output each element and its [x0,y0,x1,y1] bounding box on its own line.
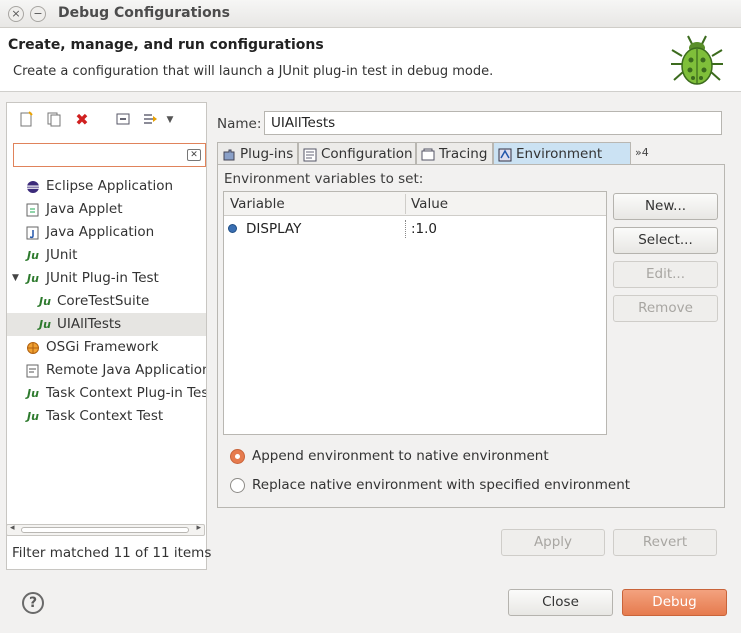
tree-item-label: Task Context Test [46,408,164,424]
tree-item[interactable]: Ju JUnit [7,244,206,267]
tab-plug-ins[interactable]: Plug-ins [217,142,298,166]
column-divider [405,220,406,238]
environment-panel: Environment variables to set: Variable V… [217,164,725,508]
select-button[interactable]: Select... [613,227,718,254]
tree-item[interactable]: ▼ Ju JUnit Plug-in Test [7,267,206,290]
replace-label: Replace native environment with specifie… [252,477,631,493]
name-field[interactable]: UIAllTests [264,111,722,135]
configuration-editor: Name: UIAllTests Plug-ins Configuration … [209,102,739,570]
dropdown-arrow-icon[interactable]: ▼ [161,111,179,129]
tree-item[interactable]: Java Application [7,221,206,244]
tab-label: Configuration [321,146,413,162]
env-vars-label: Environment variables to set: [224,171,424,187]
remove-button[interactable]: Remove [613,295,718,322]
append-label: Append environment to native environment [252,448,549,464]
tree-item-label: Java Applet [46,201,123,217]
tree-item[interactable]: Ju CoreTestSuite [7,290,206,313]
window-title: Debug Configurations [58,5,230,21]
column-header-value[interactable]: Value [411,196,448,212]
name-label: Name: [217,116,262,132]
tree-item-label: JUnit Plug-in Test [46,270,159,286]
osgi-icon [26,341,40,355]
environment-icon [498,148,512,162]
junit-plugin-icon: Ju [39,295,51,308]
title-bar: × − Debug Configurations [0,0,741,28]
variable-name-cell: DISPLAY [246,221,302,237]
debug-button[interactable]: Debug [622,589,727,616]
tab-configuration[interactable]: Configuration [298,142,416,166]
banner-description: Create a configuration that will launch … [13,64,494,79]
tree-item[interactable]: Remote Java Application [7,359,206,382]
junit-icon: Ju [27,249,39,262]
filter-icon[interactable] [141,111,159,129]
tree-item-label: CoreTestSuite [57,293,150,309]
delete-icon[interactable]: ✖ [73,111,91,129]
configuration-tree: Eclipse Application Java Applet Java App… [7,175,206,428]
revert-button[interactable]: Revert [613,529,717,556]
tab-label: Environment [516,146,603,162]
tree-item[interactable]: Eclipse Application [7,175,206,198]
apply-button[interactable]: Apply [501,529,605,556]
help-icon[interactable]: ? [22,592,44,614]
configuration-list-pane: ✖ ▼ ✕ Eclipse Application Java Applet Ja… [6,102,207,570]
variable-value-cell: :1.0 [411,221,438,237]
tab-environment[interactable]: Environment [493,142,631,166]
more-tabs-indicator[interactable]: »4 [635,146,649,159]
new-launch-config-icon[interactable] [17,111,35,129]
new-button[interactable]: New... [613,193,718,220]
tree-item-label: Eclipse Application [46,178,174,194]
config-tabs: Plug-ins Configuration Tracing Environme… [217,142,725,166]
tab-tracing[interactable]: Tracing [416,142,493,166]
scroll-left-icon[interactable]: ◂ [10,523,15,533]
append-radio[interactable] [230,449,245,464]
duplicate-icon[interactable] [45,111,63,129]
tracing-icon [421,148,435,162]
tree-item[interactable]: Ju Task Context Plug-in Tes [7,382,206,405]
table-row[interactable]: DISPLAY :1.0 [224,218,606,240]
close-button[interactable]: Close [508,589,613,616]
tree-item-label: JUnit [46,247,78,263]
tree-item-label: OSGi Framework [46,339,159,355]
close-window-button[interactable]: × [8,6,24,22]
scroll-right-icon[interactable]: ▸ [196,523,201,533]
tree-item-label: Task Context Plug-in Tes [46,385,206,401]
junit-plugin-icon: Ju [27,387,39,400]
tab-label: Tracing [439,146,488,162]
variable-bullet-icon [228,224,237,233]
collapse-all-icon[interactable] [114,111,132,129]
tree-item[interactable]: Ju Task Context Test [7,405,206,428]
column-header-variable[interactable]: Variable [230,196,285,212]
eclipse-icon [26,180,40,194]
plugin-icon [222,148,236,162]
filter-input[interactable]: ✕ [13,143,206,167]
junit-plugin-icon: Ju [27,272,39,285]
tree-item-label: Java Application [46,224,155,240]
tree-item[interactable]: Java Applet [7,198,206,221]
column-divider [405,194,406,214]
header-banner: Create, manage, and run configurations C… [0,28,741,92]
env-vars-table: Variable Value DISPLAY :1.0 [223,191,607,435]
debug-bug-icon [671,35,723,85]
edit-button[interactable]: Edit... [613,261,718,288]
filter-status: Filter matched 11 of 11 items [12,545,212,561]
minimize-window-button[interactable]: − [30,6,46,22]
tree-item[interactable]: OSGi Framework [7,336,206,359]
horizontal-scrollbar[interactable]: ◂ ▸ [6,523,205,536]
clear-filter-icon[interactable]: ✕ [187,149,201,161]
junit-icon: Ju [27,410,39,423]
java-applet-icon [26,203,40,217]
java-app-icon [26,226,40,240]
table-header: Variable Value [224,192,606,216]
tree-item-selected[interactable]: Ju UIAllTests [7,313,206,336]
expand-arrow-icon[interactable]: ▼ [12,267,19,290]
remote-java-icon [26,364,40,378]
scrollbar-thumb[interactable] [21,527,189,533]
replace-radio[interactable] [230,478,245,493]
tree-item-label: Remote Java Application [46,362,206,378]
tree-item-label: UIAllTests [57,316,122,332]
banner-title: Create, manage, and run configurations [8,37,324,53]
junit-plugin-icon: Ju [39,318,51,331]
tab-label: Plug-ins [240,146,294,162]
configuration-icon [303,148,317,162]
